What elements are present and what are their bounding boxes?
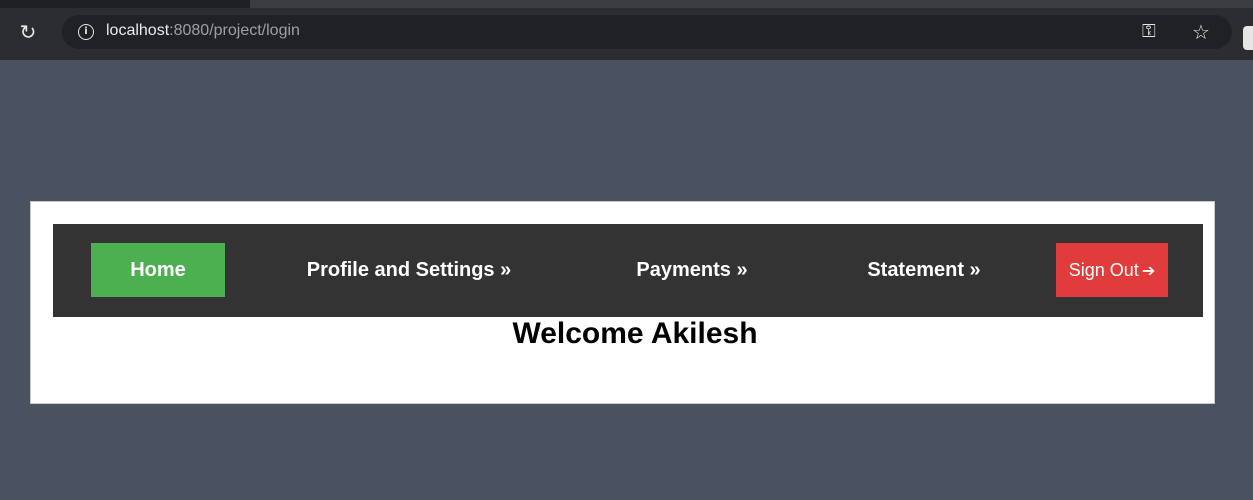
star-icon[interactable]: ☆ xyxy=(1192,19,1210,45)
nav-payments-label: Payments » xyxy=(636,259,748,281)
sign-out-label: Sign Out xyxy=(1068,260,1139,280)
url-text[interactable]: localhost:8080/project/login xyxy=(106,22,300,40)
tab-strip xyxy=(250,0,1253,8)
nav-statement[interactable]: Statement » xyxy=(857,243,991,297)
main-panel: Home Profile and Settings » Payments » S… xyxy=(30,201,1215,404)
info-icon[interactable]: i xyxy=(78,24,94,40)
browser-toolbar: ↻ i localhost:8080/project/login ⚿ ☆ xyxy=(0,0,1253,60)
nav-home-label: Home xyxy=(130,259,186,281)
profile-icon[interactable] xyxy=(1243,26,1253,50)
nav-profile-settings[interactable]: Profile and Settings » xyxy=(289,243,529,297)
nav-payments[interactable]: Payments » xyxy=(627,243,757,297)
url-path: :8080/project/login xyxy=(169,22,300,39)
nav-statement-label: Statement » xyxy=(867,259,981,281)
nav-profile-label: Profile and Settings » xyxy=(306,259,512,281)
navbar: Home Profile and Settings » Payments » S… xyxy=(53,224,1203,317)
nav-home[interactable]: Home xyxy=(91,243,225,297)
url-host: localhost xyxy=(106,22,170,39)
welcome-heading: Welcome Akilesh xyxy=(512,317,758,350)
key-icon[interactable]: ⚿ xyxy=(1142,19,1156,45)
address-bar[interactable]: i localhost:8080/project/login ⚿ ☆ xyxy=(62,15,1232,49)
sign-out-button[interactable]: Sign Out ➔ xyxy=(1056,243,1168,297)
sign-out-icon: ➔ xyxy=(1141,261,1156,280)
reload-icon[interactable]: ↻ xyxy=(14,18,42,46)
